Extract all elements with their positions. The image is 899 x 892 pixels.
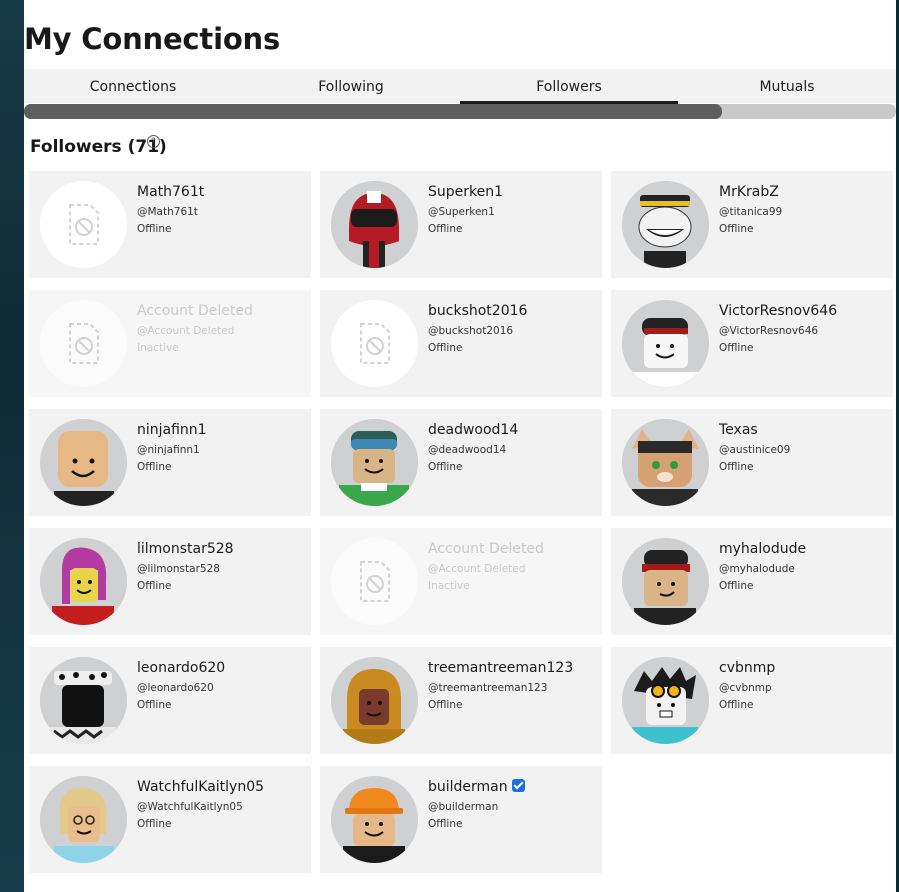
avatar[interactable]	[40, 657, 127, 744]
follower-card[interactable]: myhalodude @myhalodude Offline	[611, 528, 893, 635]
tab-following[interactable]: Following	[242, 69, 460, 103]
tab-bar: Connections Following Followers Mutuals	[24, 69, 896, 104]
presence-status: Inactive	[137, 342, 179, 354]
follower-username: @cvbnmp	[719, 682, 772, 694]
follower-card[interactable]: treemantreeman123 @treemantreeman123 Offli…	[320, 647, 602, 754]
follower-display-name[interactable]: VictorResnov646	[719, 303, 837, 319]
follower-card[interactable]: Math761t @Math761t Offline	[29, 171, 311, 278]
presence-status: Offline	[428, 223, 463, 235]
follower-display-name[interactable]: deadwood14	[428, 422, 518, 438]
avatar[interactable]	[622, 538, 709, 625]
presence-status: Offline	[428, 699, 463, 711]
presence-status: Offline	[719, 223, 754, 235]
presence-status: Offline	[719, 342, 754, 354]
follower-display-name[interactable]: WatchfulKaitlyn05	[137, 779, 264, 795]
follower-card[interactable]: WatchfulKaitlyn05 @WatchfulKaitlyn05 Offli…	[29, 766, 311, 873]
follower-card[interactable]: builderman @builderman Offline	[320, 766, 602, 873]
horizontal-scrollbar[interactable]	[24, 104, 896, 119]
avatar[interactable]	[622, 300, 709, 387]
follower-card[interactable]: Superken1 @Superken1 Offline	[320, 171, 602, 278]
tab-followers[interactable]: Followers	[460, 69, 678, 104]
follower-display-name[interactable]: buckshot2016	[428, 303, 527, 319]
verified-badge-icon	[511, 779, 525, 792]
presence-status: Offline	[428, 461, 463, 473]
follower-display-name[interactable]: Account Deleted	[428, 541, 544, 557]
follower-username: @treemantreeman123	[428, 682, 548, 694]
presence-status: Offline	[137, 580, 172, 592]
follower-card[interactable]: buckshot2016 @buckshot2016 Offline	[320, 290, 602, 397]
tab-connections[interactable]: Connections	[24, 69, 242, 103]
follower-username: @buckshot2016	[428, 325, 514, 337]
follower-card[interactable]: deadwood14 @deadwood14 Offline	[320, 409, 602, 516]
avatar[interactable]	[331, 776, 418, 863]
tab-mutuals[interactable]: Mutuals	[678, 69, 896, 103]
follower-display-name[interactable]: leonardo620	[137, 660, 225, 676]
follower-username: @titanica99	[719, 206, 783, 218]
follower-card[interactable]: VictorResnov646 @VictorResnov646 Offline	[611, 290, 893, 397]
blocked-image-icon[interactable]	[40, 181, 127, 268]
follower-display-name[interactable]: lilmonstar528	[137, 541, 234, 557]
question-circle-icon[interactable]: ?	[147, 135, 160, 148]
follower-card[interactable]: ninjafinn1 @ninjafinn1 Offline	[29, 409, 311, 516]
follower-username: @builderman	[428, 801, 499, 813]
avatar[interactable]	[622, 419, 709, 506]
presence-status: Offline	[428, 818, 463, 830]
presence-status: Offline	[428, 342, 463, 354]
follower-display-name[interactable]: cvbnmp	[719, 660, 775, 676]
follower-username: @ninjafinn1	[137, 444, 200, 456]
blocked-image-icon[interactable]	[331, 538, 418, 625]
follower-username: @myhalodude	[719, 563, 795, 575]
presence-status: Offline	[137, 699, 172, 711]
follower-username: @Account Deleted	[137, 325, 235, 337]
avatar[interactable]	[622, 181, 709, 268]
follower-card[interactable]: leonardo620 @leonardo620 Offline	[29, 647, 311, 754]
follower-display-name[interactable]: ninjafinn1	[137, 422, 207, 438]
follower-display-name[interactable]: myhalodude	[719, 541, 806, 557]
follower-card[interactable]: Account Deleted @Account Deleted Inactive	[320, 528, 602, 635]
follower-display-name[interactable]: treemantreeman123	[428, 660, 573, 676]
avatar[interactable]	[622, 657, 709, 744]
follower-card[interactable]: lilmonstar528 @lilmonstar528 Offline	[29, 528, 311, 635]
follower-username: @VictorResnov646	[719, 325, 819, 337]
presence-status: Offline	[137, 223, 172, 235]
follower-card[interactable]: Texas @austinice09 Offline	[611, 409, 893, 516]
connections-page: My Connections Connections Following Fol…	[24, 0, 896, 892]
avatar[interactable]	[40, 419, 127, 506]
follower-display-name[interactable]: Texas	[719, 422, 758, 438]
avatar[interactable]	[331, 657, 418, 744]
avatar[interactable]	[40, 538, 127, 625]
follower-username: @austinice09	[719, 444, 791, 456]
follower-username: @lilmonstar528	[137, 563, 220, 575]
avatar[interactable]	[331, 419, 418, 506]
follower-display-name[interactable]: Account Deleted	[137, 303, 253, 319]
avatar[interactable]	[40, 776, 127, 863]
follower-username: @leonardo620	[137, 682, 214, 694]
scrollbar-thumb[interactable]	[24, 104, 722, 119]
presence-status: Offline	[719, 580, 754, 592]
presence-status: Inactive	[428, 580, 470, 592]
presence-status: Offline	[719, 699, 754, 711]
presence-status: Offline	[137, 461, 172, 473]
follower-card[interactable]: cvbnmp @cvbnmp Offline	[611, 647, 893, 754]
follower-username: @WatchfulKaitlyn05	[137, 801, 243, 813]
follower-display-name[interactable]: builderman	[428, 779, 525, 795]
follower-display-name[interactable]: Math761t	[137, 184, 204, 200]
blocked-image-icon[interactable]	[40, 300, 127, 387]
page-title: My Connections	[24, 22, 281, 56]
follower-username: @Superken1	[428, 206, 495, 218]
presence-status: Offline	[719, 461, 754, 473]
follower-display-name[interactable]: Superken1	[428, 184, 503, 200]
follower-username: @Account Deleted	[428, 563, 526, 575]
avatar[interactable]	[331, 181, 418, 268]
follower-card[interactable]: Account Deleted @Account Deleted Inactive	[29, 290, 311, 397]
presence-status: Offline	[137, 818, 172, 830]
follower-card[interactable]: MrKrabZ @titanica99 Offline	[611, 171, 893, 278]
follower-username: @deadwood14	[428, 444, 507, 456]
blocked-image-icon[interactable]	[331, 300, 418, 387]
follower-display-name[interactable]: MrKrabZ	[719, 184, 779, 200]
follower-username: @Math761t	[137, 206, 198, 218]
